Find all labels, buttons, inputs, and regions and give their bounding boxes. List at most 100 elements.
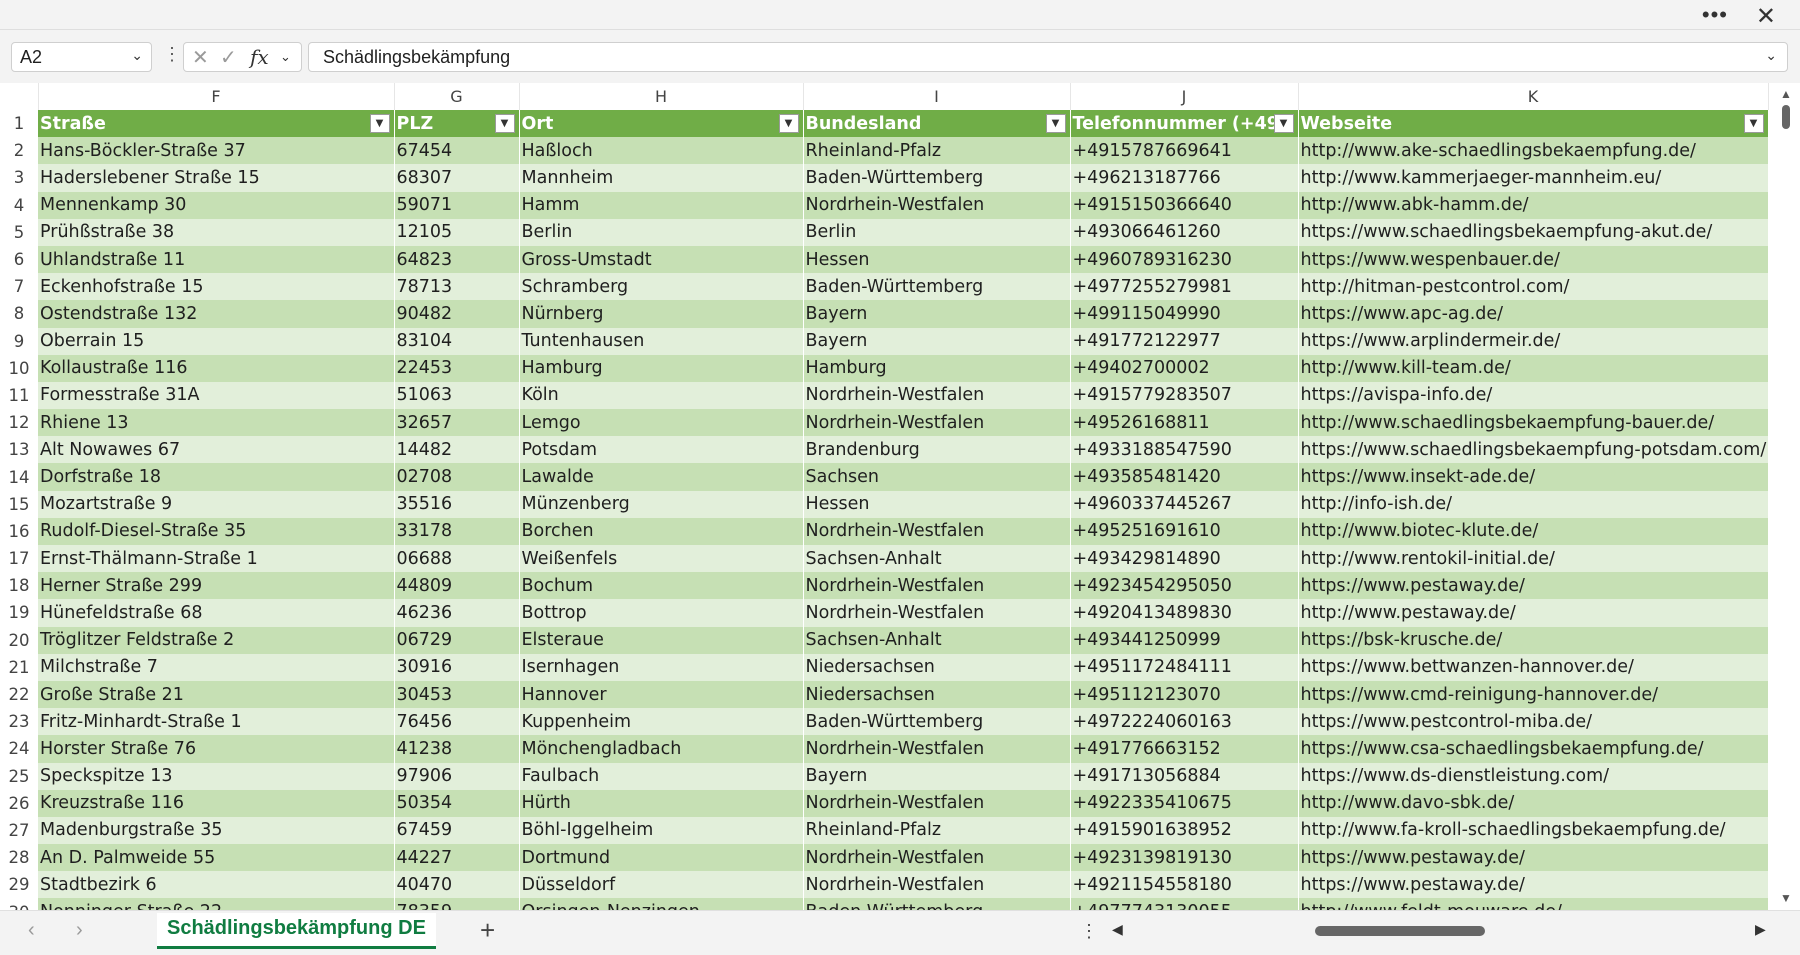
table-cell[interactable]: Nordrhein-Westfalen — [803, 735, 1071, 763]
table-cell[interactable]: 46236 — [394, 599, 520, 627]
table-cell[interactable]: Nordrhein-Westfalen — [803, 572, 1071, 600]
table-cell[interactable]: Bochum — [519, 572, 804, 600]
table-cell[interactable]: An D. Palmweide 55 — [38, 844, 395, 872]
table-cell[interactable]: https://www.schaedlingsbekaempfung-potsd… — [1298, 436, 1769, 464]
table-cell[interactable]: Mozartstraße 9 — [38, 490, 395, 518]
column-header[interactable]: J — [1070, 83, 1299, 110]
row-number[interactable]: 15 — [0, 490, 38, 519]
table-cell[interactable]: https://www.pestaway.de/ — [1298, 844, 1769, 872]
table-header-cell[interactable]: PLZ ▼ — [394, 110, 520, 138]
table-cell[interactable]: 76456 — [394, 708, 520, 736]
table-cell[interactable]: Prühßstraße 38 — [38, 218, 395, 246]
table-cell[interactable]: Böhl-Iggelheim — [519, 816, 804, 845]
table-cell[interactable]: Berlin — [519, 218, 804, 246]
row-number[interactable]: 25 — [0, 762, 38, 791]
row-number[interactable]: 11 — [0, 381, 38, 410]
table-cell[interactable]: Sachsen-Anhalt — [803, 545, 1071, 573]
table-cell[interactable]: +4960337445267 — [1070, 490, 1299, 518]
table-cell[interactable]: 22453 — [394, 354, 520, 382]
table-cell[interactable]: Orsingen-Nenzingen — [519, 898, 804, 910]
previous-sheet-icon[interactable]: ‹ — [28, 919, 35, 942]
table-cell[interactable]: Hessen — [803, 490, 1071, 518]
table-cell[interactable]: http://www.kill-team.de/ — [1298, 354, 1769, 382]
next-sheet-icon[interactable]: › — [76, 919, 83, 942]
table-cell[interactable]: 51063 — [394, 381, 520, 410]
table-cell[interactable]: Düsseldorf — [519, 871, 804, 899]
table-cell[interactable]: +496213187766 — [1070, 164, 1299, 192]
row-number[interactable]: 6 — [0, 245, 38, 274]
table-cell[interactable]: http://www.rentokil-initial.de/ — [1298, 545, 1769, 573]
table-cell[interactable]: https://www.bettwanzen-hannover.de/ — [1298, 653, 1769, 681]
table-cell[interactable]: Baden-Württemberg — [803, 708, 1071, 736]
row-number[interactable]: 18 — [0, 572, 38, 600]
table-cell[interactable]: Münzenberg — [519, 490, 804, 518]
table-cell[interactable]: https://www.csa-schaedlingsbekaempfung.d… — [1298, 735, 1769, 763]
row-number[interactable]: 26 — [0, 789, 38, 818]
row-number[interactable]: 19 — [0, 599, 38, 628]
filter-dropdown-icon[interactable]: ▼ — [369, 114, 390, 133]
row-number[interactable]: 5 — [0, 218, 38, 247]
table-cell[interactable]: +49526168811 — [1070, 409, 1299, 437]
table-cell[interactable]: +4923139819130 — [1070, 844, 1299, 872]
table-cell[interactable]: +491713056884 — [1070, 762, 1299, 790]
table-cell[interactable]: Baden-Württemberg — [803, 898, 1071, 910]
table-cell[interactable]: 44809 — [394, 572, 520, 600]
table-cell[interactable]: Bayern — [803, 327, 1071, 355]
table-cell[interactable]: +4933188547590 — [1070, 436, 1299, 464]
row-number[interactable]: 20 — [0, 626, 38, 655]
table-cell[interactable]: http://www.kammerjaeger-mannheim.eu/ — [1298, 164, 1769, 192]
horizontal-scroll-thumb[interactable] — [1315, 926, 1485, 936]
table-cell[interactable]: 90482 — [394, 300, 520, 328]
table-cell[interactable]: Haderslebener Straße 15 — [38, 164, 395, 192]
table-cell[interactable]: +4951172484111 — [1070, 653, 1299, 681]
table-cell[interactable]: Speckspitze 13 — [38, 762, 395, 790]
row-number[interactable]: 3 — [0, 164, 38, 193]
column-header[interactable]: K — [1298, 83, 1769, 110]
table-cell[interactable]: 67454 — [394, 137, 520, 165]
table-cell[interactable]: 97906 — [394, 762, 520, 790]
table-cell[interactable]: https://www.pestcontrol-miba.de/ — [1298, 708, 1769, 736]
table-cell[interactable]: +49402700002 — [1070, 354, 1299, 382]
table-cell[interactable]: http://info-ish.de/ — [1298, 490, 1769, 518]
table-cell[interactable]: Weißenfels — [519, 545, 804, 573]
row-number[interactable]: 14 — [0, 463, 38, 492]
table-cell[interactable]: Haßloch — [519, 137, 804, 165]
table-cell[interactable]: +495251691610 — [1070, 517, 1299, 545]
chevron-down-icon[interactable]: ⌄ — [280, 49, 291, 65]
table-cell[interactable]: 30916 — [394, 653, 520, 681]
table-cell[interactable]: +4977255279981 — [1070, 273, 1299, 301]
table-cell[interactable]: +4915150366640 — [1070, 191, 1299, 219]
table-cell[interactable]: +4915787669641 — [1070, 137, 1299, 165]
table-cell[interactable]: +493066461260 — [1070, 218, 1299, 246]
table-cell[interactable]: Mönchengladbach — [519, 735, 804, 763]
column-header[interactable]: G — [394, 83, 520, 110]
table-cell[interactable]: Milchstraße 7 — [38, 653, 395, 681]
table-cell[interactable]: http://www.davo-sbk.de/ — [1298, 789, 1769, 817]
column-header[interactable]: I — [803, 83, 1071, 110]
name-box[interactable]: A2 ⌄ — [11, 42, 152, 72]
table-cell[interactable]: Kreuzstraße 116 — [38, 789, 395, 817]
table-cell[interactable]: Brandenburg — [803, 436, 1071, 464]
table-cell[interactable]: +4922335410675 — [1070, 789, 1299, 817]
table-cell[interactable]: +4915779283507 — [1070, 381, 1299, 410]
table-cell[interactable]: 41238 — [394, 735, 520, 763]
table-cell[interactable]: Niedersachsen — [803, 653, 1071, 681]
formula-input[interactable]: Schädlingsbekämpfung ⌄ — [308, 42, 1788, 72]
scroll-down-icon[interactable]: ▼ — [1780, 891, 1792, 905]
row-number[interactable]: 12 — [0, 409, 38, 437]
table-cell[interactable]: https://www.cmd-reinigung-hannover.de/ — [1298, 680, 1769, 709]
filter-dropdown-icon[interactable]: ▼ — [494, 114, 515, 133]
table-cell[interactable]: +493429814890 — [1070, 545, 1299, 573]
table-cell[interactable]: Nordrhein-Westfalen — [803, 789, 1071, 817]
table-cell[interactable]: Elsteraue — [519, 626, 804, 654]
table-cell[interactable]: Nordrhein-Westfalen — [803, 844, 1071, 872]
table-cell[interactable]: Nordrhein-Westfalen — [803, 517, 1071, 545]
scroll-left-icon[interactable]: ◀ — [1112, 921, 1123, 938]
table-cell[interactable]: +491772122977 — [1070, 327, 1299, 355]
tab-split-handle-icon[interactable]: ⋮ — [1080, 921, 1098, 942]
table-cell[interactable]: 59071 — [394, 191, 520, 219]
table-cell[interactable]: 35516 — [394, 490, 520, 518]
chevron-down-icon[interactable]: ⌄ — [131, 47, 143, 64]
table-cell[interactable]: Bayern — [803, 762, 1071, 790]
table-cell[interactable]: Kuppenheim — [519, 708, 804, 736]
